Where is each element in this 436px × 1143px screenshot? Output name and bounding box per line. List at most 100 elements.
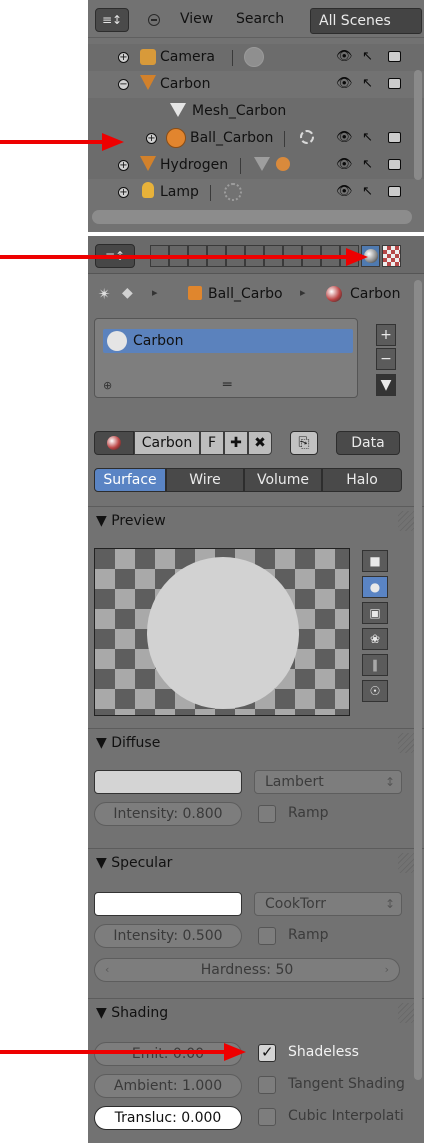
preview-hair-button[interactable]: ∥ xyxy=(362,654,388,676)
tab-wire[interactable]: Wire xyxy=(166,468,244,492)
display-mode-dropdown[interactable]: All Scenes xyxy=(310,8,422,34)
diffuse-shader-dropdown[interactable]: Lambert xyxy=(254,770,402,794)
selectable-pointer-icon[interactable]: ↖ xyxy=(362,184,373,199)
cubic-interpolation-checkbox[interactable] xyxy=(258,1108,276,1126)
increment-arrow-icon[interactable]: › xyxy=(385,959,389,981)
diffuse-intensity-field[interactable]: Intensity: 0.800 xyxy=(94,802,242,826)
view-menu[interactable]: View xyxy=(180,11,213,27)
ambient-field[interactable]: Ambient: 1.000 xyxy=(94,1074,242,1098)
preview-cube-button[interactable]: ▣ xyxy=(362,602,388,624)
tangent-shading-checkbox[interactable] xyxy=(258,1076,276,1094)
material-slot-item[interactable]: Carbon xyxy=(103,329,353,353)
preview-sphere xyxy=(147,557,299,709)
material-icon xyxy=(326,286,342,302)
camera-data-icon[interactable] xyxy=(244,47,264,67)
visibility-eye-icon[interactable]: 👁 xyxy=(336,130,353,145)
decrement-arrow-icon[interactable]: ‹ xyxy=(105,959,109,981)
arrow-head-icon xyxy=(346,248,368,266)
shading-panel-header[interactable]: ▼ Shading xyxy=(88,998,424,1028)
unlink-material-button[interactable]: ✖ xyxy=(248,431,272,455)
copy-material-button[interactable]: ⎘ xyxy=(290,431,318,455)
tree-row-label[interactable]: Mesh_Carbon xyxy=(192,103,286,119)
pin-icon[interactable]: ✴ xyxy=(98,285,111,303)
remove-slot-button[interactable]: − xyxy=(376,348,396,370)
tree-row-ball-carbon[interactable]: + Ball_Carbon 👁 ↖ xyxy=(88,125,424,152)
material-name-field[interactable]: Carbon xyxy=(134,431,200,455)
render-camera-icon[interactable] xyxy=(388,159,401,170)
expand-icon[interactable]: + xyxy=(118,187,129,198)
tab-volume[interactable]: Volume xyxy=(244,468,322,492)
visibility-eye-icon[interactable]: 👁 xyxy=(336,76,353,91)
preview-sphere-button[interactable]: ● xyxy=(362,576,388,598)
panel-title: ▼ Shading xyxy=(96,1005,169,1021)
material-icon[interactable] xyxy=(276,157,290,171)
selectable-pointer-icon[interactable]: ↖ xyxy=(362,157,373,172)
panel-title: ▼ Diffuse xyxy=(96,735,161,751)
render-camera-icon[interactable] xyxy=(388,51,401,62)
specular-ramp-checkbox[interactable] xyxy=(258,927,276,945)
diffuse-color-swatch[interactable] xyxy=(94,770,242,794)
tree-row-label[interactable]: Hydrogen xyxy=(160,157,228,173)
separator xyxy=(232,50,233,66)
properties-editor: ≡↕ ✴ ◆ ▸ Ball_Carbo ▸ Carbon Carbon ⊕ ═ … xyxy=(88,236,424,1143)
search-menu[interactable]: Search xyxy=(236,11,284,27)
emit-field[interactable]: Emit: 0.00 xyxy=(94,1042,242,1066)
expand-icon[interactable]: + xyxy=(146,133,157,144)
tab-surface[interactable]: Surface xyxy=(94,468,166,492)
add-slot-button[interactable]: + xyxy=(376,324,396,346)
editor-type-button[interactable]: ≡↕ xyxy=(95,8,129,32)
filter-icon[interactable]: ⊕ xyxy=(103,379,112,392)
selectable-pointer-icon[interactable]: ↖ xyxy=(362,130,373,145)
slot-specials-button[interactable]: ▼ xyxy=(376,374,396,396)
new-material-button[interactable]: ✚ xyxy=(224,431,248,455)
tree-row-lamp[interactable]: + Lamp 👁 ↖ xyxy=(88,179,424,206)
link-data-dropdown[interactable]: Data xyxy=(336,431,400,455)
specular-color-swatch[interactable] xyxy=(94,892,242,916)
selectable-pointer-icon[interactable]: ↖ xyxy=(362,49,373,64)
tree-row-label[interactable]: Ball_Carbon xyxy=(190,130,273,146)
visibility-eye-icon[interactable]: 👁 xyxy=(336,184,353,199)
specular-shader-dropdown[interactable]: CookTorr xyxy=(254,892,402,916)
properties-vertical-scrollbar[interactable] xyxy=(414,280,422,1080)
visibility-eye-icon[interactable]: 👁 xyxy=(336,157,353,172)
diffuse-ramp-checkbox[interactable] xyxy=(258,805,276,823)
mesh-data-icon[interactable] xyxy=(254,157,270,171)
lamp-data-icon[interactable] xyxy=(224,183,242,201)
tree-row-label[interactable]: Lamp xyxy=(160,184,199,200)
selectable-pointer-icon[interactable]: ↖ xyxy=(362,76,373,91)
tree-row-label[interactable]: Carbon xyxy=(160,76,210,92)
shadeless-checkbox[interactable] xyxy=(258,1043,276,1062)
texture-tab[interactable] xyxy=(382,245,401,267)
expand-icon[interactable]: + xyxy=(118,160,129,171)
resize-grip-icon[interactable]: ═ xyxy=(223,377,231,393)
render-camera-icon[interactable] xyxy=(388,132,401,143)
specular-panel-header[interactable]: ▼ Specular xyxy=(88,848,424,878)
preview-monkey-button[interactable]: ❀ xyxy=(362,628,388,650)
specular-intensity-field[interactable]: Intensity: 0.500 xyxy=(94,924,242,948)
tree-row-hydrogen[interactable]: + Hydrogen 👁 ↖ xyxy=(88,152,424,179)
collapse-icon[interactable] xyxy=(148,14,160,26)
preview-flat-button[interactable]: ■ xyxy=(362,550,388,572)
tree-row-camera[interactable]: + Camera 👁 ↖ xyxy=(88,44,424,71)
modifier-icon[interactable] xyxy=(300,130,314,144)
outliner-vertical-scrollbar[interactable] xyxy=(414,70,422,180)
tab-halo[interactable]: Halo xyxy=(322,468,402,492)
transluc-field[interactable]: Transluc: 0.000 xyxy=(94,1106,242,1130)
tree-row-mesh-carbon[interactable]: Mesh_Carbon xyxy=(88,98,424,125)
collapse-icon[interactable]: − xyxy=(118,79,129,90)
expand-icon[interactable]: + xyxy=(118,52,129,63)
material-type-tabs: Surface Wire Volume Halo xyxy=(94,468,402,492)
preview-panel-header[interactable]: ▼ Preview xyxy=(88,506,424,536)
render-camera-icon[interactable] xyxy=(388,78,401,89)
diffuse-panel-header[interactable]: ▼ Diffuse xyxy=(88,728,424,758)
outliner-horizontal-scrollbar[interactable] xyxy=(92,210,412,224)
hardness-slider[interactable]: ‹ Hardness: 50 › xyxy=(94,958,400,982)
fake-user-button[interactable]: F xyxy=(200,431,224,455)
tree-row-label[interactable]: Camera xyxy=(160,49,215,65)
preview-skydome-button[interactable]: ☉ xyxy=(362,680,388,702)
tree-row-carbon[interactable]: − Carbon 👁 ↖ xyxy=(88,71,424,98)
browse-material-button[interactable] xyxy=(94,431,134,455)
visibility-eye-icon[interactable]: 👁 xyxy=(336,49,353,64)
render-camera-icon[interactable] xyxy=(388,186,401,197)
material-slot-list[interactable]: Carbon ⊕ ═ xyxy=(94,318,358,398)
